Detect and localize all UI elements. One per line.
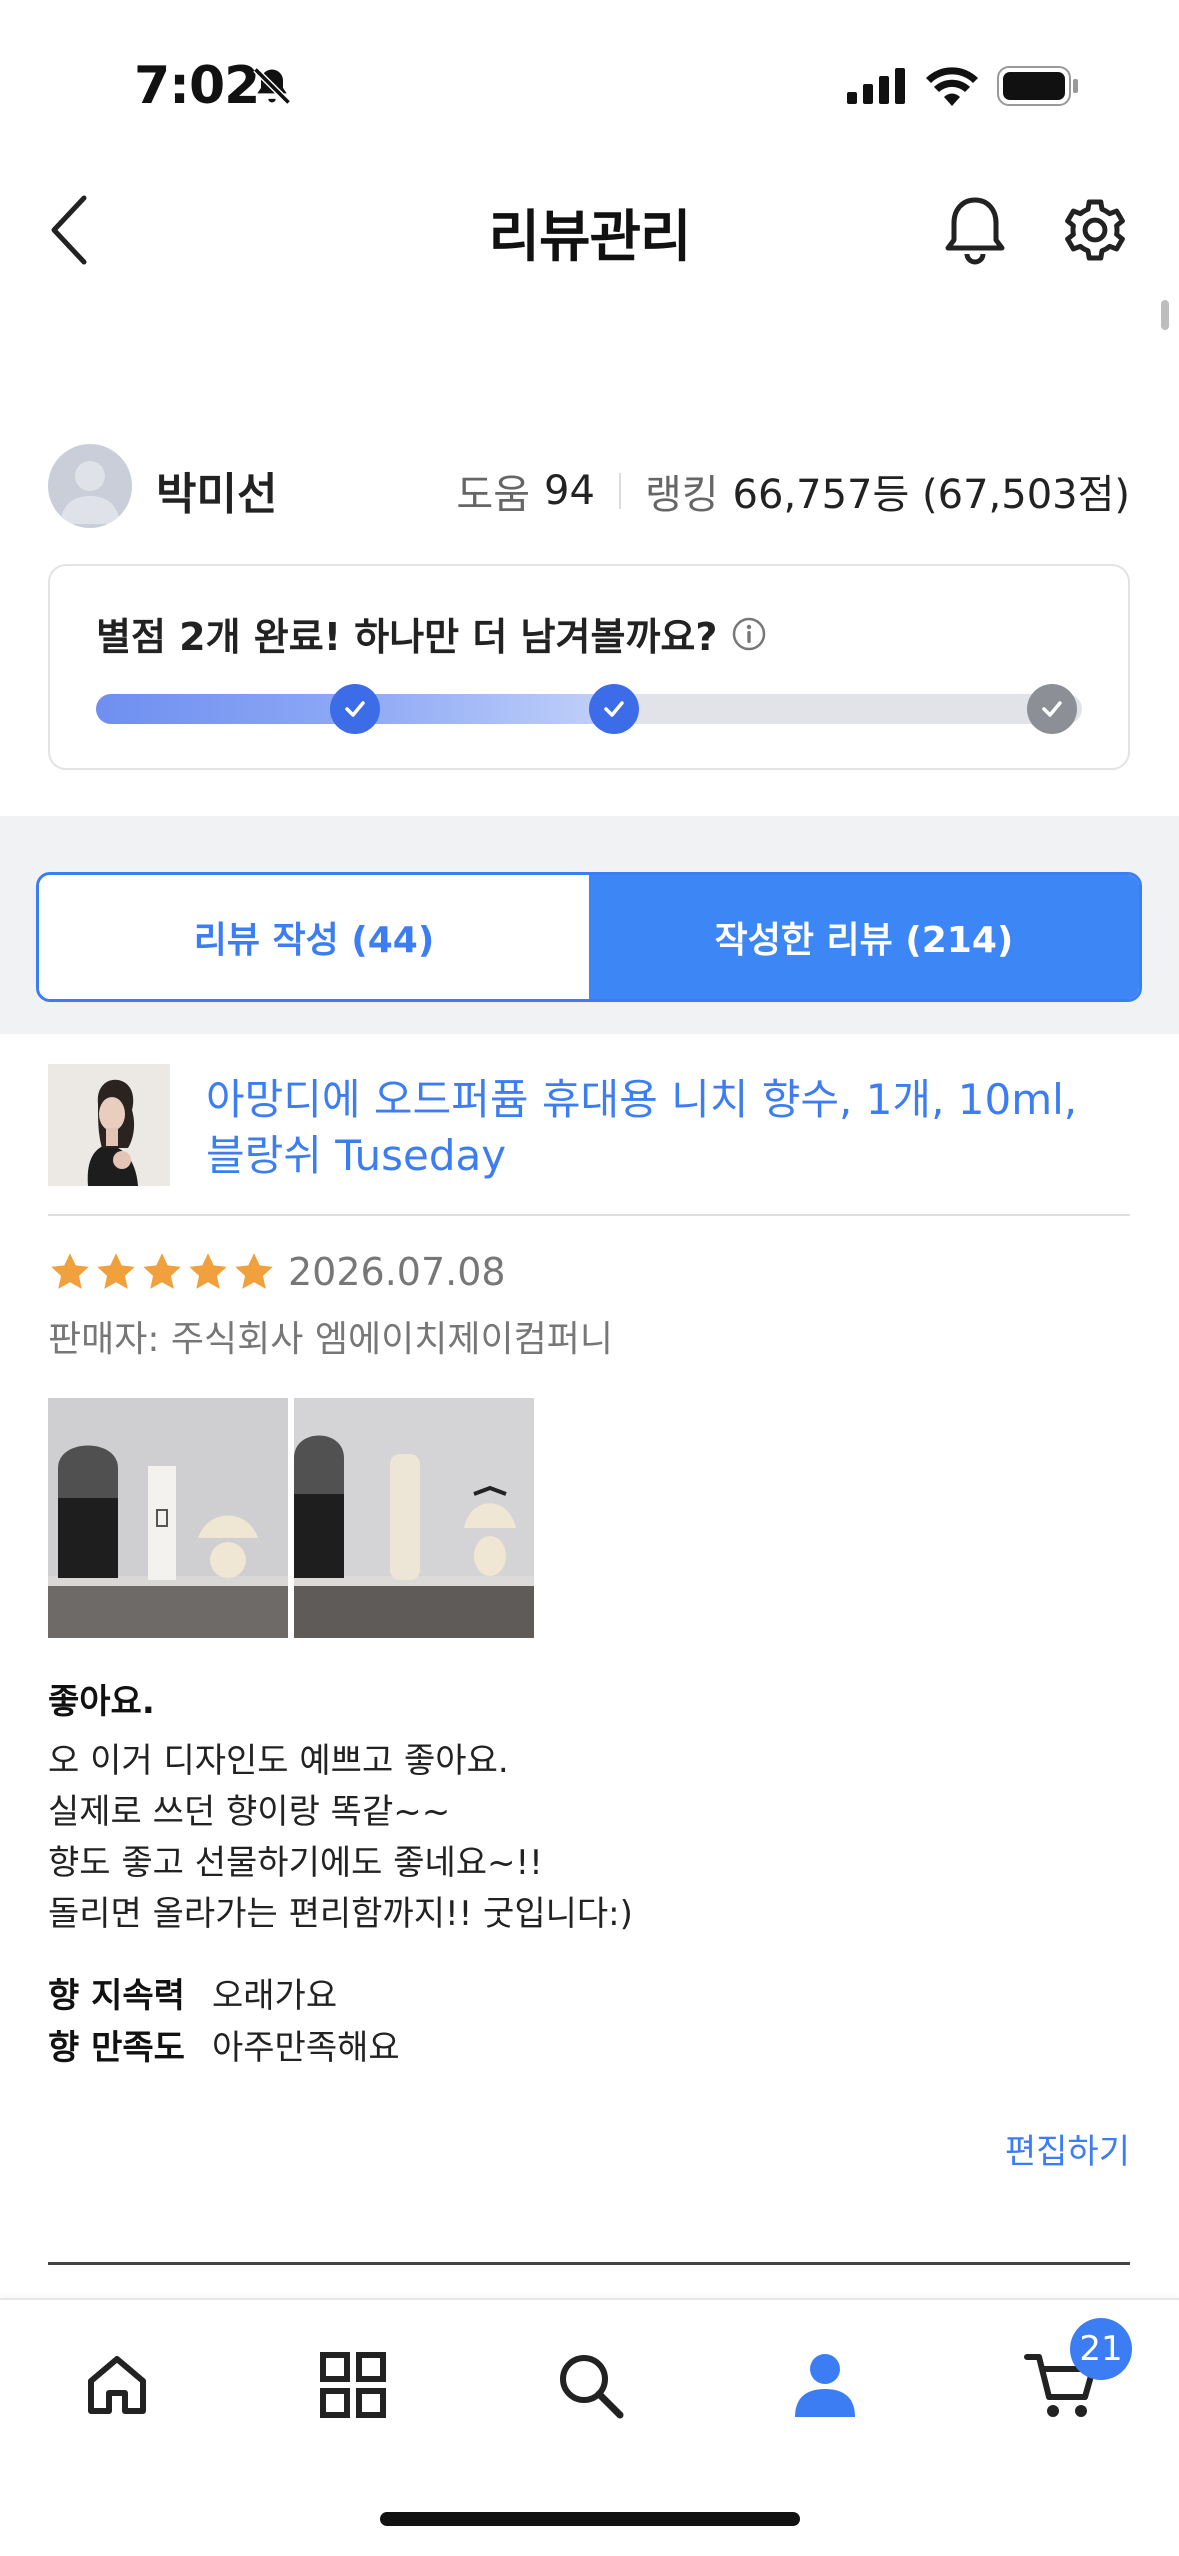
user-stats: 도움 94 랭킹 66,757등 (67,503점) (456, 462, 1130, 520)
star-icon (143, 1253, 181, 1289)
review-date: 2026.07.08 (288, 1250, 506, 1294)
seller-name: 판매자: 주식회사 엠에이치제이컴퍼니 (48, 1319, 613, 1360)
review-photos (48, 1398, 534, 1638)
grid-icon (320, 2352, 386, 2418)
milestone-3 (1027, 684, 1077, 734)
stats-divider (618, 473, 621, 509)
check-icon (345, 701, 365, 717)
battery-icon (997, 66, 1079, 110)
product-photo-image (48, 1064, 170, 1186)
rank-value: 66,757등 (67,503점) (732, 472, 1130, 518)
review-attributes: 향 지속력 오래가요 향 만족도 아주만족해요 (48, 1970, 400, 2074)
profile-icon (795, 2354, 855, 2417)
product-info[interactable]: 아망디에 오드퍼퓸 휴대용 니치 향수, 1개, 10ml, 블랑쉬 Tused… (48, 1064, 1130, 1216)
tab-search[interactable] (545, 2340, 635, 2430)
review-title: 좋아요. (48, 1682, 155, 1722)
review-photo-image (294, 1398, 534, 1638)
product-thumbnail[interactable] (48, 1064, 170, 1186)
gear-icon (1065, 199, 1125, 261)
avatar[interactable] (48, 444, 132, 528)
help-label: 도움 (456, 472, 531, 518)
star-icon (235, 1253, 273, 1289)
review-body-line: 오 이거 디자인도 예쁘고 좋아요. (48, 1741, 509, 1781)
progress-track (96, 684, 1082, 734)
rank-label: 랭킹 (644, 472, 719, 518)
milestone-1 (330, 684, 380, 734)
status-bar: 7:02 (0, 0, 1179, 160)
star-icon (51, 1253, 89, 1289)
review-body-line: 실제로 쓰던 향이랑 똑같~~ (48, 1792, 451, 1832)
review-photo-1[interactable] (48, 1398, 288, 1638)
tab-categories[interactable] (308, 2340, 398, 2430)
info-icon[interactable] (731, 616, 767, 652)
edit-review-button[interactable]: 편집하기 (1005, 2124, 1130, 2173)
progress-title-row: 별점 2개 완료! 하나만 더 남겨볼까요? (96, 606, 767, 661)
review-photo-2[interactable] (294, 1398, 534, 1638)
rating-row: 2026.07.08 (48, 1246, 506, 1298)
search-icon (560, 2355, 624, 2419)
home-icon (88, 2356, 146, 2414)
star-icon (97, 1253, 135, 1289)
check-icon (604, 701, 624, 717)
bell-slash-icon (250, 64, 294, 112)
user-silhouette-icon (60, 461, 120, 524)
attribute-value: 오래가요 (212, 1976, 338, 2016)
attribute-label: 향 만족도 (48, 2028, 185, 2068)
review-photo-image (48, 1398, 288, 1638)
settings-button[interactable] (1060, 190, 1130, 270)
review-body-line: 향도 좋고 선물하기에도 좋네요~!! (48, 1843, 543, 1883)
attribute-row: 향 지속력 오래가요 (48, 1970, 400, 2022)
header: 리뷰관리 (0, 170, 1179, 290)
attribute-value: 아주만족해요 (212, 2028, 400, 2068)
user-name: 박미선 (156, 469, 278, 520)
review-body: 오 이거 디자인도 예쁘고 좋아요. 실제로 쓰던 향이랑 똑같~~ 향도 좋고… (48, 1736, 633, 1940)
tab-home[interactable] (72, 2340, 162, 2430)
help-value: 94 (544, 468, 595, 514)
tab-written-reviews[interactable]: 작성한 리뷰 (214) (589, 875, 1139, 999)
progress-title: 별점 2개 완료! 하나만 더 남겨볼까요? (96, 615, 718, 659)
notification-button[interactable] (940, 190, 1010, 270)
profile-summary: 박미선 도움 94 랭킹 66,757등 (67,503점) (48, 440, 1130, 530)
bell-icon (945, 197, 1005, 265)
home-indicator[interactable] (380, 2512, 800, 2526)
scroll-indicator[interactable] (1161, 300, 1169, 330)
attribute-label: 향 지속력 (48, 1976, 185, 2016)
review-tabs: 리뷰 작성 (44) 작성한 리뷰 (214) (36, 872, 1142, 1002)
attribute-row: 향 만족도 아주만족해요 (48, 2022, 400, 2074)
milestone-2 (589, 684, 639, 734)
tab-write-review[interactable]: 리뷰 작성 (44) (39, 875, 589, 999)
rating-progress-card: 별점 2개 완료! 하나만 더 남겨볼까요? (48, 564, 1130, 770)
review-divider (48, 2262, 1130, 2265)
status-time: 7:02 (134, 56, 260, 116)
wifi-icon (925, 66, 979, 110)
cart-count-badge: 21 (1070, 2318, 1132, 2380)
tab-my-page[interactable] (780, 2340, 870, 2430)
check-icon (1042, 701, 1062, 717)
star-icon (189, 1253, 227, 1289)
review-body-line: 돌리면 올라가는 편리함까지!! 굿입니다:) (48, 1894, 633, 1934)
product-divider (48, 1214, 1130, 1216)
star-rating (48, 1250, 276, 1294)
signal-icon (847, 68, 907, 108)
product-name[interactable]: 아망디에 오드퍼퓸 휴대용 니치 향수, 1개, 10ml, 블랑쉬 Tused… (206, 1072, 1106, 1184)
